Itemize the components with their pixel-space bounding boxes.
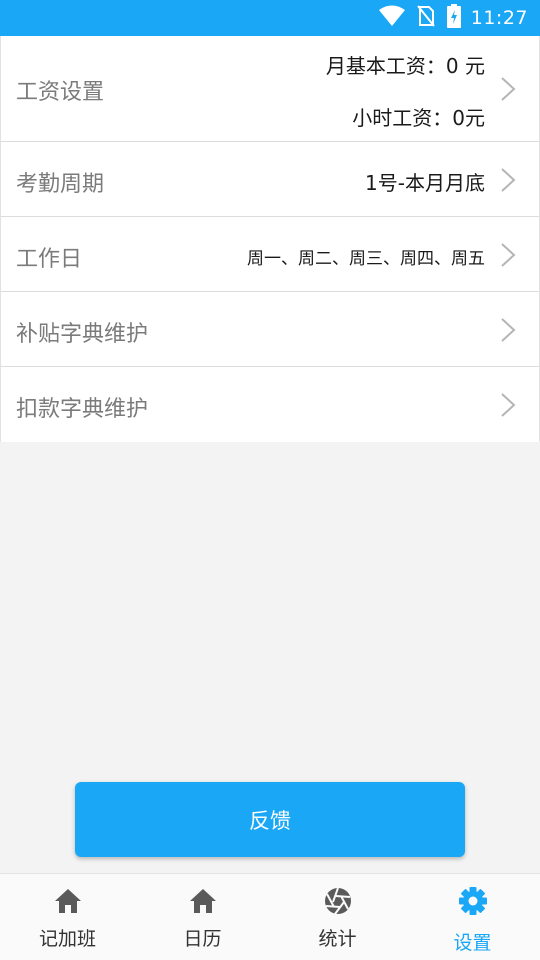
bottom-nav: 记加班 日历 统计 设置 — [0, 873, 540, 960]
gear-icon — [458, 886, 488, 916]
nav-label: 设置 — [453, 932, 492, 954]
chevron-right-icon — [499, 75, 517, 103]
settings-row-deduction-dict[interactable]: 扣款字典维护 — [1, 367, 539, 442]
chevron-right-icon — [499, 316, 517, 344]
chevron-right-icon — [499, 391, 517, 419]
nav-label: 日历 — [183, 928, 222, 950]
battery-charging-icon — [446, 4, 461, 32]
chevron-right-icon — [499, 166, 517, 194]
row-title: 补贴字典维护 — [16, 322, 149, 347]
home-icon — [188, 886, 218, 916]
chevron-right-icon — [499, 241, 517, 269]
attendance-cycle-value: 1号-本月月底 — [365, 171, 485, 195]
status-time: 11:27 — [470, 7, 528, 29]
nav-label: 记加班 — [38, 928, 96, 950]
no-sim-icon — [416, 5, 435, 31]
nav-label: 统计 — [318, 928, 357, 950]
nav-item-statistics[interactable]: 统计 — [270, 874, 405, 960]
nav-item-overtime[interactable]: 记加班 — [0, 874, 135, 960]
status-bar: 11:27 — [0, 0, 540, 36]
settings-row-salary[interactable]: 工资设置 月基本工资：0 元 小时工资：0元 — [1, 36, 539, 142]
nav-item-settings[interactable]: 设置 — [405, 874, 540, 960]
feedback-button[interactable]: 反馈 — [75, 782, 465, 857]
aperture-icon — [323, 886, 353, 916]
row-title: 考勤周期 — [16, 172, 105, 197]
settings-row-workdays[interactable]: 工作日 周一、周二、周三、周四、周五 — [1, 217, 539, 292]
row-title: 工作日 — [16, 247, 83, 272]
home-icon — [53, 886, 83, 916]
wifi-icon — [378, 5, 405, 31]
row-title: 工资设置 — [16, 80, 105, 105]
settings-list: 工资设置 月基本工资：0 元 小时工资：0元 考勤周期 1号-本月月底 工作日 … — [0, 36, 540, 442]
monthly-base-salary: 月基本工资：0 元 — [325, 54, 485, 78]
hourly-salary: 小时工资：0元 — [352, 106, 485, 130]
row-title: 扣款字典维护 — [16, 397, 149, 422]
nav-item-calendar[interactable]: 日历 — [135, 874, 270, 960]
workdays-value: 周一、周二、周三、周四、周五 — [247, 249, 485, 269]
settings-row-allowance-dict[interactable]: 补贴字典维护 — [1, 292, 539, 367]
settings-row-attendance-cycle[interactable]: 考勤周期 1号-本月月底 — [1, 142, 539, 217]
